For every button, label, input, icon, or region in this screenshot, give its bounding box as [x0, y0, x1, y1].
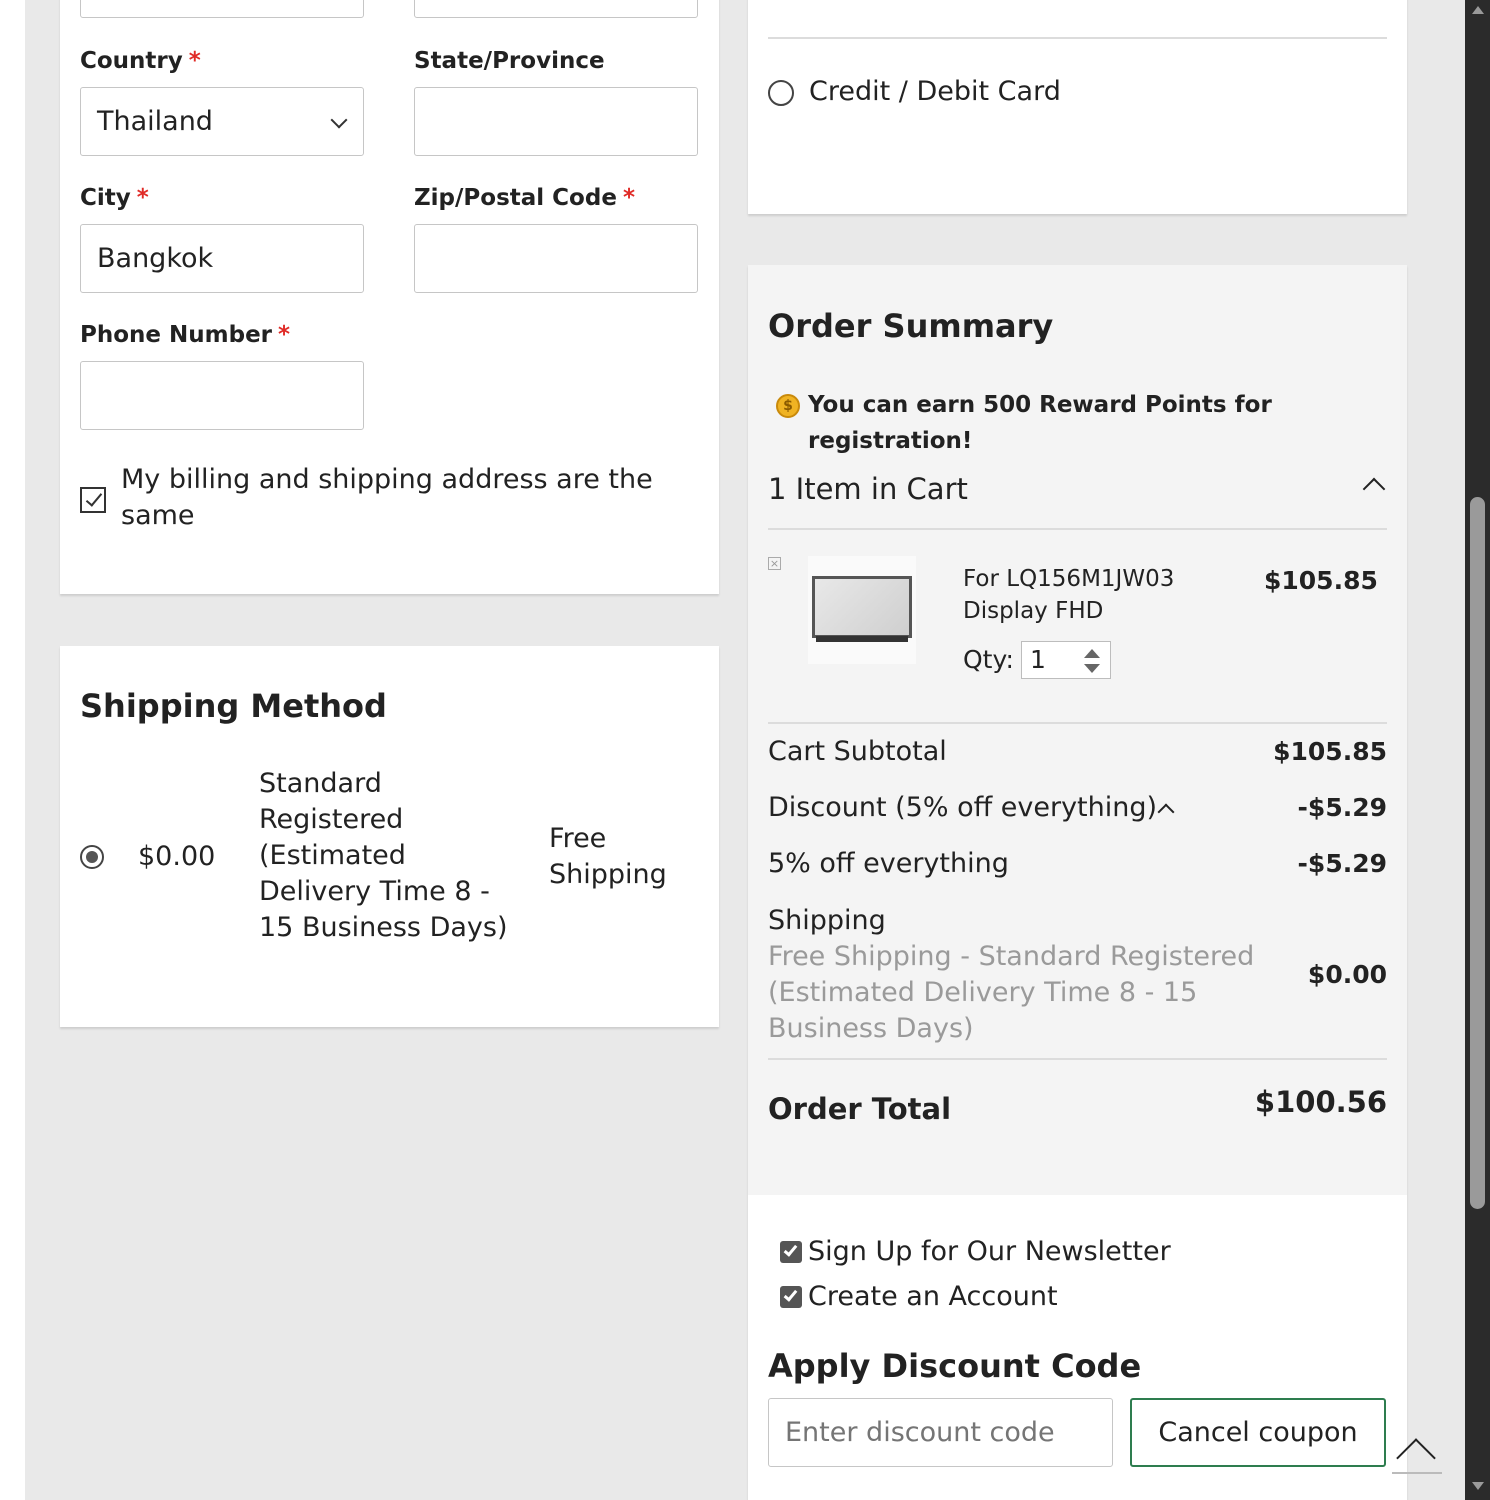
remove-item-icon[interactable]: ×	[768, 557, 781, 570]
product-thumbnail[interactable]	[808, 556, 916, 664]
payment-method-card: Credit / Debit Card	[748, 0, 1407, 214]
discount-detail-value: -$5.29	[1297, 849, 1387, 878]
product-price: $105.85	[1264, 566, 1378, 595]
same-address-checkbox[interactable]	[80, 487, 106, 513]
zip-input[interactable]	[414, 224, 698, 293]
state-label: State/Province	[414, 48, 605, 74]
credit-card-radio[interactable]	[768, 80, 794, 106]
back-to-top-underline	[1392, 1472, 1442, 1474]
city-input[interactable]: Bangkok	[80, 224, 364, 293]
cancel-coupon-button[interactable]: Cancel coupon	[1130, 1398, 1386, 1467]
state-input[interactable]	[414, 87, 698, 156]
discount-chevron-up-icon[interactable]	[1157, 803, 1175, 821]
left-edge	[0, 0, 25, 1500]
qty-label: Qty:	[963, 645, 1014, 674]
city-label: City *	[80, 185, 149, 211]
reward-points-message: You can earn 500 Reward Points for regis…	[808, 392, 1272, 454]
shipping-address-card: Country * Thailand State/Province City * B…	[60, 0, 719, 594]
divider	[768, 37, 1387, 39]
shipping-option-radio[interactable]	[80, 845, 104, 869]
scroll-up-icon[interactable]	[1472, 6, 1484, 14]
order-summary-title: Order Summary	[768, 307, 1054, 345]
subtotal-label: Cart Subtotal	[768, 736, 947, 767]
qty-value: 1	[1030, 645, 1046, 674]
same-address-label: My billing and shipping address are the …	[121, 464, 653, 531]
scroll-thumb[interactable]	[1470, 497, 1485, 1209]
subtotal-value: $105.85	[1273, 737, 1387, 766]
create-account-label[interactable]: Create an Account	[808, 1279, 1058, 1315]
phone-label: Phone Number *	[80, 322, 291, 348]
discount-code-input[interactable]	[768, 1398, 1113, 1467]
credit-card-label: Credit / Debit Card	[809, 76, 1061, 107]
shipping-value: $0.00	[1307, 960, 1387, 989]
previous-field-input-right[interactable]	[414, 0, 698, 18]
summary-options-section: Sign Up for Our Newsletter Create an Acc…	[748, 1195, 1407, 1500]
order-total-label: Order Total	[768, 1092, 952, 1126]
back-to-top-button[interactable]	[1392, 1430, 1442, 1478]
discount-code-title: Apply Discount Code	[768, 1347, 1142, 1385]
display-image	[812, 576, 912, 638]
discount-value: -$5.29	[1297, 793, 1387, 822]
discount-detail-label: 5% off everything	[768, 848, 1009, 879]
create-account-checkbox[interactable]	[780, 1286, 802, 1308]
shipping-option-method: Standard Registered (Estimated Delivery …	[259, 768, 508, 943]
qty-input[interactable]: 1	[1021, 641, 1111, 679]
divider	[768, 1058, 1387, 1060]
shipping-option-carrier: Free Shipping	[549, 823, 667, 890]
checkmark-icon	[85, 489, 103, 507]
newsletter-checkbox[interactable]	[780, 1241, 802, 1263]
country-select[interactable]: Thailand	[80, 87, 364, 156]
phone-input[interactable]	[80, 361, 364, 430]
shipping-option-price: $0.00	[138, 841, 216, 872]
divider	[768, 528, 1387, 530]
spinner-up-icon[interactable]	[1084, 649, 1100, 658]
shipping-label: Shipping	[768, 905, 886, 936]
display-image-base	[816, 636, 908, 642]
shipping-method-title: Shipping Method	[80, 687, 387, 725]
chevron-down-icon	[330, 111, 348, 129]
shipping-method-card: Shipping Method $0.00 Standard Registere…	[60, 646, 719, 1027]
checkmark-icon	[783, 1287, 798, 1302]
order-summary-card: Order Summary $ You can earn 500 Reward …	[748, 265, 1407, 1500]
discount-label: Discount (5% off everything)	[768, 792, 1158, 823]
product-name[interactable]: For LQ156M1JW03 Display FHD	[963, 563, 1223, 627]
coin-icon: $	[776, 394, 800, 418]
divider	[768, 722, 1387, 724]
newsletter-label[interactable]: Sign Up for Our Newsletter	[808, 1234, 1171, 1270]
spinner-down-icon[interactable]	[1084, 664, 1100, 673]
zip-label: Zip/Postal Code *	[414, 185, 635, 211]
country-value: Thailand	[97, 106, 213, 137]
previous-field-input-left[interactable]	[80, 0, 364, 18]
checkmark-icon	[783, 1242, 798, 1257]
shipping-detail: Free Shipping - Standard Registered (Est…	[768, 941, 1255, 1044]
order-total-value: $100.56	[1254, 1085, 1387, 1119]
scroll-down-icon[interactable]	[1472, 1482, 1484, 1490]
radio-selected-dot	[86, 851, 98, 863]
items-in-cart-toggle[interactable]: 1 Item in Cart	[768, 471, 968, 507]
chevron-up-icon[interactable]	[1362, 477, 1386, 501]
page-scrollbar[interactable]	[1465, 0, 1490, 1500]
country-label: Country *	[80, 48, 201, 74]
